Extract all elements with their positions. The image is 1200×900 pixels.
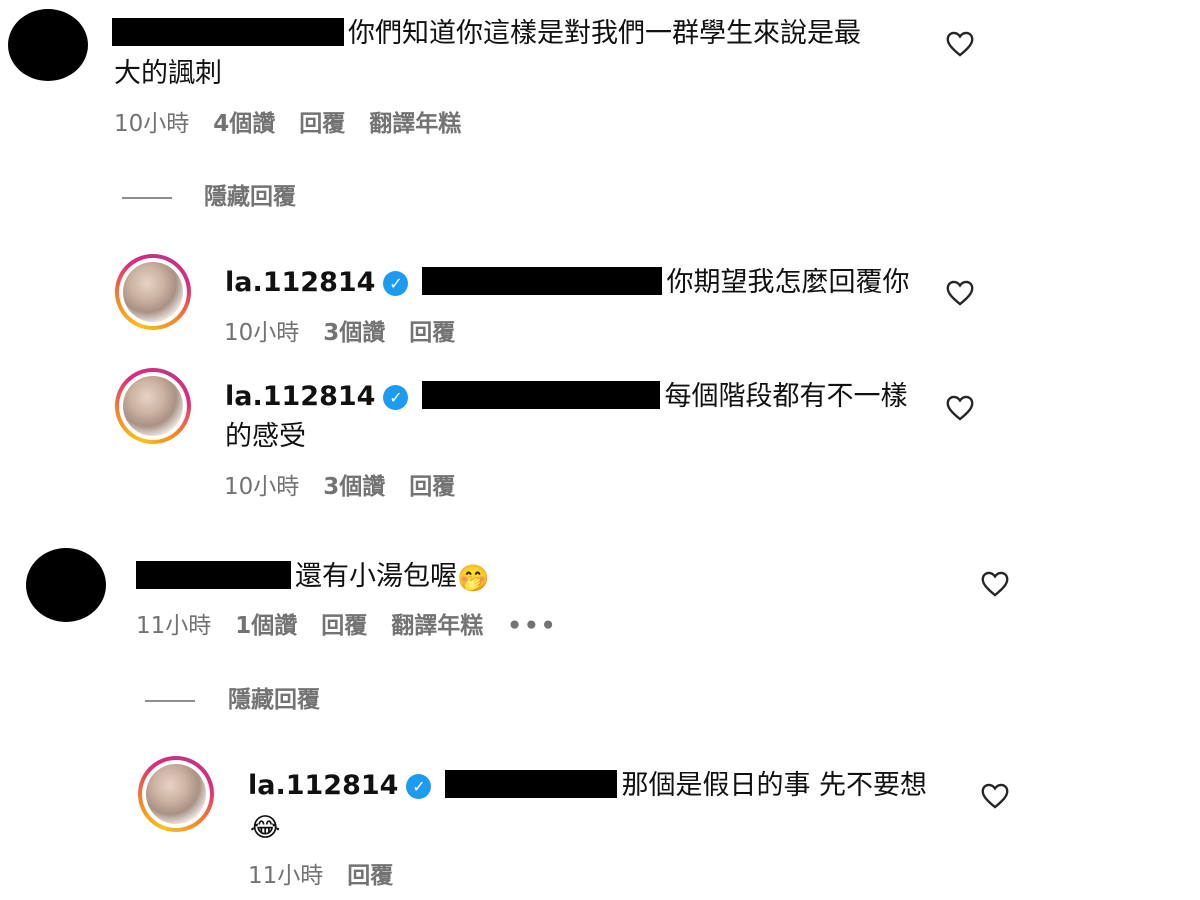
reply-button[interactable]: 回覆 (321, 613, 367, 639)
likes-count-link[interactable]: 3個讚 (323, 474, 385, 500)
reply-button[interactable]: 回覆 (409, 320, 455, 346)
verified-badge-icon: ✓ (383, 271, 409, 296)
redacted-username (422, 267, 663, 295)
comment-time: 10小時 (114, 111, 190, 137)
hide-replies-button[interactable]: 隱藏回覆 (204, 183, 296, 211)
reply-avatar[interactable] (115, 254, 191, 330)
reply-1-1-meta: 10小時 3個讚 回覆 (224, 319, 479, 347)
profile-photo (146, 764, 206, 824)
reply-username[interactable]: la.112814 (248, 770, 398, 801)
reply-time: 10小時 (224, 320, 300, 346)
commenter-avatar-1[interactable] (8, 9, 88, 81)
comment-2-meta: 11小時 1個讚 回覆 翻譯年糕 ••• (136, 612, 581, 640)
reply-button[interactable]: 回覆 (299, 111, 345, 137)
reply-2-1-meta: 11小時 回覆 (248, 862, 417, 890)
reply-username[interactable]: la.112814 (225, 267, 375, 298)
redacted-username (445, 770, 618, 798)
likes-count-link[interactable]: 3個讚 (323, 320, 385, 346)
heart-outline-icon[interactable] (946, 31, 974, 57)
verified-badge-icon: ✓ (406, 774, 432, 799)
profile-photo (123, 262, 183, 322)
reply-avatar[interactable] (115, 368, 191, 444)
comment-1-text-line1: 你們知道你這樣是對我們一群學生來說是最 (348, 18, 861, 49)
heart-outline-icon[interactable] (946, 280, 974, 306)
reply-1-1-text: la.112814 ✓ 你期望我怎麼回覆你 (225, 266, 909, 300)
reply-1-2-text: la.112814 ✓ 每個階段都有不一樣 (225, 380, 907, 414)
comment-2-text: 還有小湯包喔🤭 (136, 560, 489, 596)
comment-1-text: 你們知道你這樣是對我們一群學生來說是最 (112, 17, 861, 51)
comment-1-text-continued: 大的諷刺 (114, 58, 222, 89)
reply-time: 11小時 (248, 863, 324, 889)
heart-outline-icon[interactable] (946, 395, 974, 421)
reply-avatar[interactable] (138, 756, 214, 832)
heart-outline-icon[interactable] (981, 783, 1009, 809)
redacted-username (136, 561, 291, 589)
more-options-icon[interactable]: ••• (507, 613, 557, 639)
reply-2-1-emoji-line: 😂 (250, 809, 280, 845)
reply-username[interactable]: la.112814 (225, 381, 375, 412)
comment-2-text-body: 還有小湯包喔 (295, 561, 457, 592)
comment-1-meta: 10小時 4個讚 回覆 翻譯年糕 (114, 110, 485, 138)
likes-count-link[interactable]: 4個讚 (213, 111, 275, 137)
profile-photo (123, 376, 183, 436)
hide-replies-divider (145, 700, 195, 702)
redacted-username (422, 381, 661, 409)
commenter-avatar-2[interactable] (26, 548, 106, 622)
verified-badge-icon: ✓ (383, 385, 409, 410)
emoji-tears-of-joy: 😂 (250, 813, 281, 843)
reply-text: 那個是假日的事 先不要想 (621, 770, 928, 801)
reply-time: 10小時 (224, 474, 300, 500)
likes-count-link[interactable]: 1個讚 (235, 613, 297, 639)
reply-text-line1: 每個階段都有不一樣 (664, 381, 908, 412)
reply-1-2-text-continued: 的感受 (225, 421, 306, 452)
reply-button[interactable]: 回覆 (347, 863, 393, 889)
emoji-hand-over-mouth: 🤭 (457, 564, 490, 594)
translate-button[interactable]: 翻譯年糕 (369, 111, 461, 137)
heart-outline-icon[interactable] (981, 571, 1009, 597)
reply-1-2-meta: 10小時 3個讚 回覆 (224, 473, 479, 501)
reply-text: 你期望我怎麼回覆你 (666, 267, 910, 298)
hide-replies-divider (122, 197, 172, 199)
translate-button[interactable]: 翻譯年糕 (391, 613, 483, 639)
redacted-username (112, 18, 344, 46)
reply-2-1-text: la.112814 ✓ 那個是假日的事 先不要想 (248, 769, 927, 803)
reply-button[interactable]: 回覆 (409, 474, 455, 500)
comment-time: 11小時 (136, 613, 212, 639)
hide-replies-button[interactable]: 隱藏回覆 (228, 686, 320, 714)
